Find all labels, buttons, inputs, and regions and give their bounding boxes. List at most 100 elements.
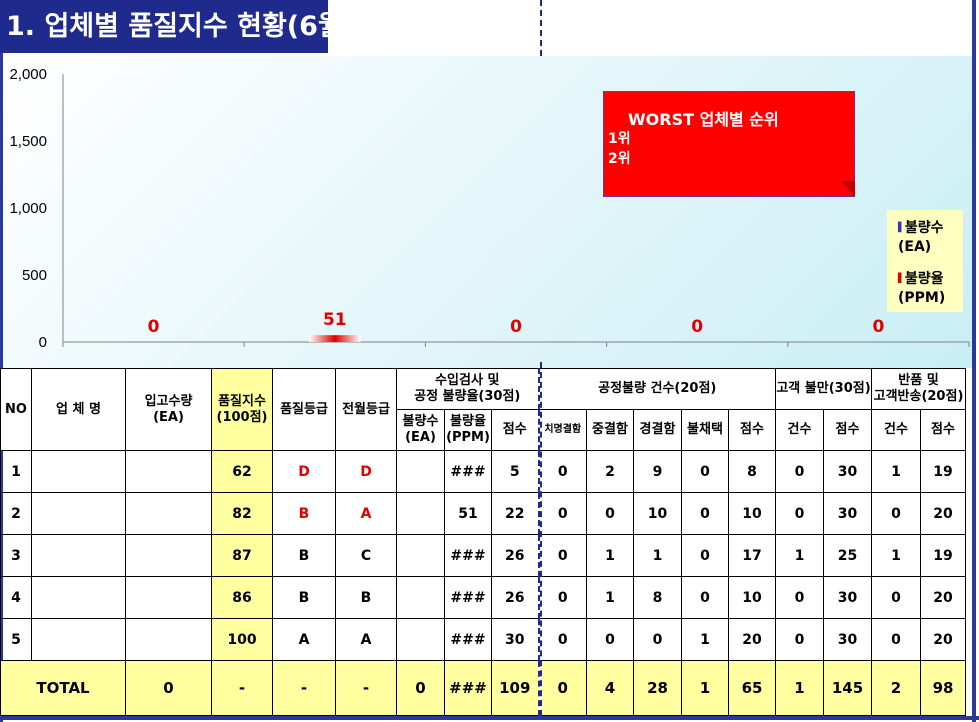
worst-box-fold bbox=[841, 181, 855, 197]
cell-rscore: 20 bbox=[920, 492, 966, 535]
frame-bottom-border bbox=[0, 716, 979, 720]
table-row: 3 87 B C ### 26 0 1 1 0 17 1 25 1 19 bbox=[0, 534, 966, 577]
cell-reject: 1 bbox=[681, 618, 729, 661]
page-break-line-mid bbox=[540, 362, 542, 716]
cell-rscore: 20 bbox=[920, 576, 966, 619]
cell-iscore: 22 bbox=[491, 492, 539, 535]
header-minor: 경결함 bbox=[633, 409, 682, 451]
quality-index-table: NO 업 체 명 입고수량 (EA) 품질지수 (100점) 품질등급 전월등급 수… bbox=[0, 368, 966, 716]
cell-reject: 0 bbox=[681, 450, 729, 493]
cell-drate: ### bbox=[444, 534, 492, 577]
header-defect-count: 불량수 (EA) bbox=[396, 409, 445, 451]
cell-prev: B bbox=[335, 576, 397, 619]
cell-incoming bbox=[125, 534, 212, 577]
data-label-5: 0 bbox=[872, 317, 884, 337]
cell-ccount: 0 bbox=[775, 492, 824, 535]
total-grade: - bbox=[272, 660, 336, 716]
header-no: NO bbox=[0, 368, 32, 451]
cell-cscore: 25 bbox=[823, 534, 872, 577]
worst-title: WORST 업체별 순위 bbox=[628, 110, 779, 129]
cell-no: 3 bbox=[0, 534, 32, 577]
cell-rscore: 19 bbox=[920, 450, 966, 493]
total-defect-count: 0 bbox=[396, 660, 445, 716]
header-major: 중결함 bbox=[586, 409, 634, 451]
y-tick-label: 0 bbox=[39, 334, 47, 351]
cell-incoming bbox=[125, 492, 212, 535]
cell-cscore: 30 bbox=[823, 492, 872, 535]
cell-drate: ### bbox=[444, 576, 492, 619]
header-process-score: 점수 bbox=[728, 409, 776, 451]
cell-dcnt bbox=[396, 450, 445, 493]
cell-pscore: 17 bbox=[728, 534, 776, 577]
cell-reject: 0 bbox=[681, 576, 729, 619]
cell-fatal: 0 bbox=[537, 492, 587, 535]
cell-iscore: 5 bbox=[491, 450, 539, 493]
header-reject: 불채택 bbox=[681, 409, 729, 451]
cell-major: 0 bbox=[586, 492, 634, 535]
cell-grade: B bbox=[272, 492, 336, 535]
worst-rank-1: 1위 bbox=[608, 131, 631, 147]
y-tick-label: 1,500 bbox=[9, 133, 47, 150]
cell-rcount: 0 bbox=[871, 492, 921, 535]
data-label-2: 51 bbox=[323, 310, 347, 330]
cell-rscore: 19 bbox=[920, 534, 966, 577]
header-return: 반품 및 고객반송(20점) bbox=[871, 368, 966, 410]
legend-marker-blue: ▌ bbox=[898, 223, 905, 233]
data-label-3: 0 bbox=[510, 317, 522, 337]
cell-incoming bbox=[125, 450, 212, 493]
cell-vendor bbox=[31, 576, 126, 619]
cell-qi: 82 bbox=[211, 492, 273, 535]
cell-minor: 1 bbox=[633, 534, 682, 577]
cell-cscore: 30 bbox=[823, 576, 872, 619]
header-inspection: 수입검사 및 공정 불량율(30점) bbox=[396, 368, 539, 410]
cell-fatal: 0 bbox=[537, 576, 587, 619]
cell-prev: D bbox=[335, 450, 397, 493]
header-complaint-count: 건수 bbox=[775, 409, 824, 451]
cell-major: 1 bbox=[586, 534, 634, 577]
cell-no: 1 bbox=[0, 450, 32, 493]
total-incoming: 0 bbox=[125, 660, 212, 716]
cell-no: 2 bbox=[0, 492, 32, 535]
total-complaint-score: 145 bbox=[823, 660, 872, 716]
cell-major: 1 bbox=[586, 576, 634, 619]
cell-pscore: 10 bbox=[728, 492, 776, 535]
table-body: 1 62 D D ### 5 0 2 9 0 8 0 30 1 19 2 82 B A 51 22 0 0 10 0 10 0 30 0… bbox=[0, 450, 966, 661]
legend-item-defect-rate: ▌불량율 (PPM) bbox=[898, 271, 946, 306]
header-fatal: 치명결함 bbox=[537, 409, 587, 451]
cell-vendor bbox=[31, 492, 126, 535]
cell-cscore: 30 bbox=[823, 450, 872, 493]
total-label: TOTAL bbox=[0, 660, 126, 716]
header-complaint-score: 점수 bbox=[823, 409, 872, 451]
header-vendor: 업 체 명 bbox=[31, 368, 126, 451]
cell-dcnt bbox=[396, 576, 445, 619]
cell-dcnt bbox=[396, 618, 445, 661]
cell-grade: B bbox=[272, 576, 336, 619]
chart-legend: ▌불량수 (EA) ▌불량율 (PPM) bbox=[887, 210, 963, 312]
cell-vendor bbox=[31, 618, 126, 661]
cell-no: 4 bbox=[0, 576, 32, 619]
cell-qi: 100 bbox=[211, 618, 273, 661]
worst-vendor-rank-box: WORST 업체별 순위 1위 2위 bbox=[603, 91, 855, 197]
cell-rcount: 1 bbox=[871, 450, 921, 493]
cell-minor: 0 bbox=[633, 618, 682, 661]
cell-ccount: 0 bbox=[775, 618, 824, 661]
y-tick-label: 500 bbox=[22, 267, 47, 284]
cell-prev: A bbox=[335, 492, 397, 535]
cell-vendor bbox=[31, 534, 126, 577]
total-row: TOTAL 0 - - - 0 ### 109 0 4 28 1 65 1 14… bbox=[0, 660, 966, 716]
header-quality-index: 품질지수 (100점) bbox=[211, 368, 273, 451]
x-axis-ticks bbox=[62, 342, 970, 347]
cell-ccount: 0 bbox=[775, 450, 824, 493]
cell-minor: 8 bbox=[633, 576, 682, 619]
cell-ccount: 0 bbox=[775, 576, 824, 619]
cell-incoming bbox=[125, 576, 212, 619]
table-row: 4 86 B B ### 26 0 1 8 0 10 0 30 0 20 bbox=[0, 576, 966, 619]
cell-qi: 87 bbox=[211, 534, 273, 577]
total-minor: 28 bbox=[633, 660, 682, 716]
cell-ccount: 1 bbox=[775, 534, 824, 577]
cell-pscore: 10 bbox=[728, 576, 776, 619]
worst-rank-2: 2위 bbox=[608, 151, 631, 167]
bars bbox=[308, 335, 361, 342]
cell-no: 5 bbox=[0, 618, 32, 661]
cell-reject: 0 bbox=[681, 492, 729, 535]
